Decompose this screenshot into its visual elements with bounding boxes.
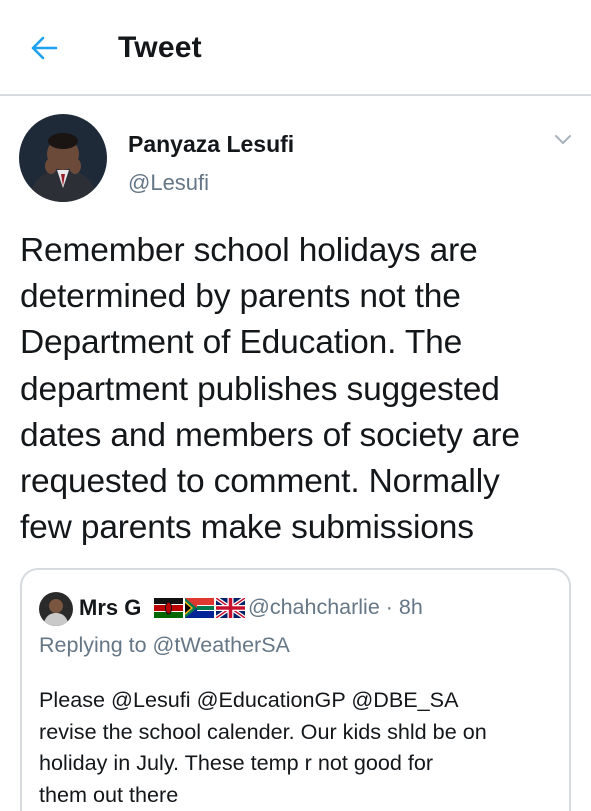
arrow-left-icon (31, 36, 58, 60)
south-africa-flag-icon (185, 598, 214, 618)
author-name[interactable]: Panyaza Lesufi (128, 131, 294, 158)
tweet-text-line: department publishes suggested (20, 370, 500, 408)
tweet-text-line: Remember school holidays are (20, 232, 478, 269)
author-handle[interactable]: @Lesufi (128, 170, 209, 196)
tweet-text-line: determined by parents not the (20, 278, 461, 316)
quoted-text-line: Please @Lesufi @EducationGP @DBE_SA (39, 687, 459, 712)
quoted-text-line: holiday in July. These temp r not good f… (39, 750, 434, 775)
quoted-author-name: Mrs G (79, 595, 142, 620)
replying-to-label: Replying to @tWeatherSA (39, 633, 290, 657)
tweet-text-line: dates and members of society are (20, 416, 520, 454)
flag-emojis (154, 598, 245, 620)
quoted-author-avatar (39, 592, 73, 626)
tweet-text-line: few parents make submissions (20, 509, 474, 547)
page-title: Tweet (118, 31, 202, 64)
tweet-screen: Tweet Panyaza Lesufi @Lesufi Remember sc… (0, 0, 591, 811)
quoted-handle-time: @chahcharlie · 8h (248, 595, 423, 619)
quoted-text-line: revise the school calender. Our kids shl… (39, 718, 487, 744)
top-app-bar: Tweet (0, 0, 591, 96)
quoted-text-line: them out there (39, 781, 179, 807)
back-button[interactable] (26, 30, 62, 66)
quoted-tweet-text: Please @Lesufi @EducationGP @DBE_SA revi… (39, 684, 559, 810)
tweet-text-line: requested to comment. Normally (20, 463, 500, 501)
quoted-tweet-card[interactable]: Mrs G @chahcharlie · 8h Replying to @tWe… (20, 568, 571, 811)
tweet-text-line: Department of Education. The (20, 324, 463, 362)
author-avatar[interactable] (19, 114, 107, 202)
tweet-text: Remember school holidays are determined … (20, 228, 580, 551)
uk-flag-icon (216, 598, 245, 618)
chevron-down-icon (555, 135, 571, 144)
tweet-menu-button[interactable] (548, 127, 578, 153)
kenya-flag-icon (154, 598, 183, 618)
